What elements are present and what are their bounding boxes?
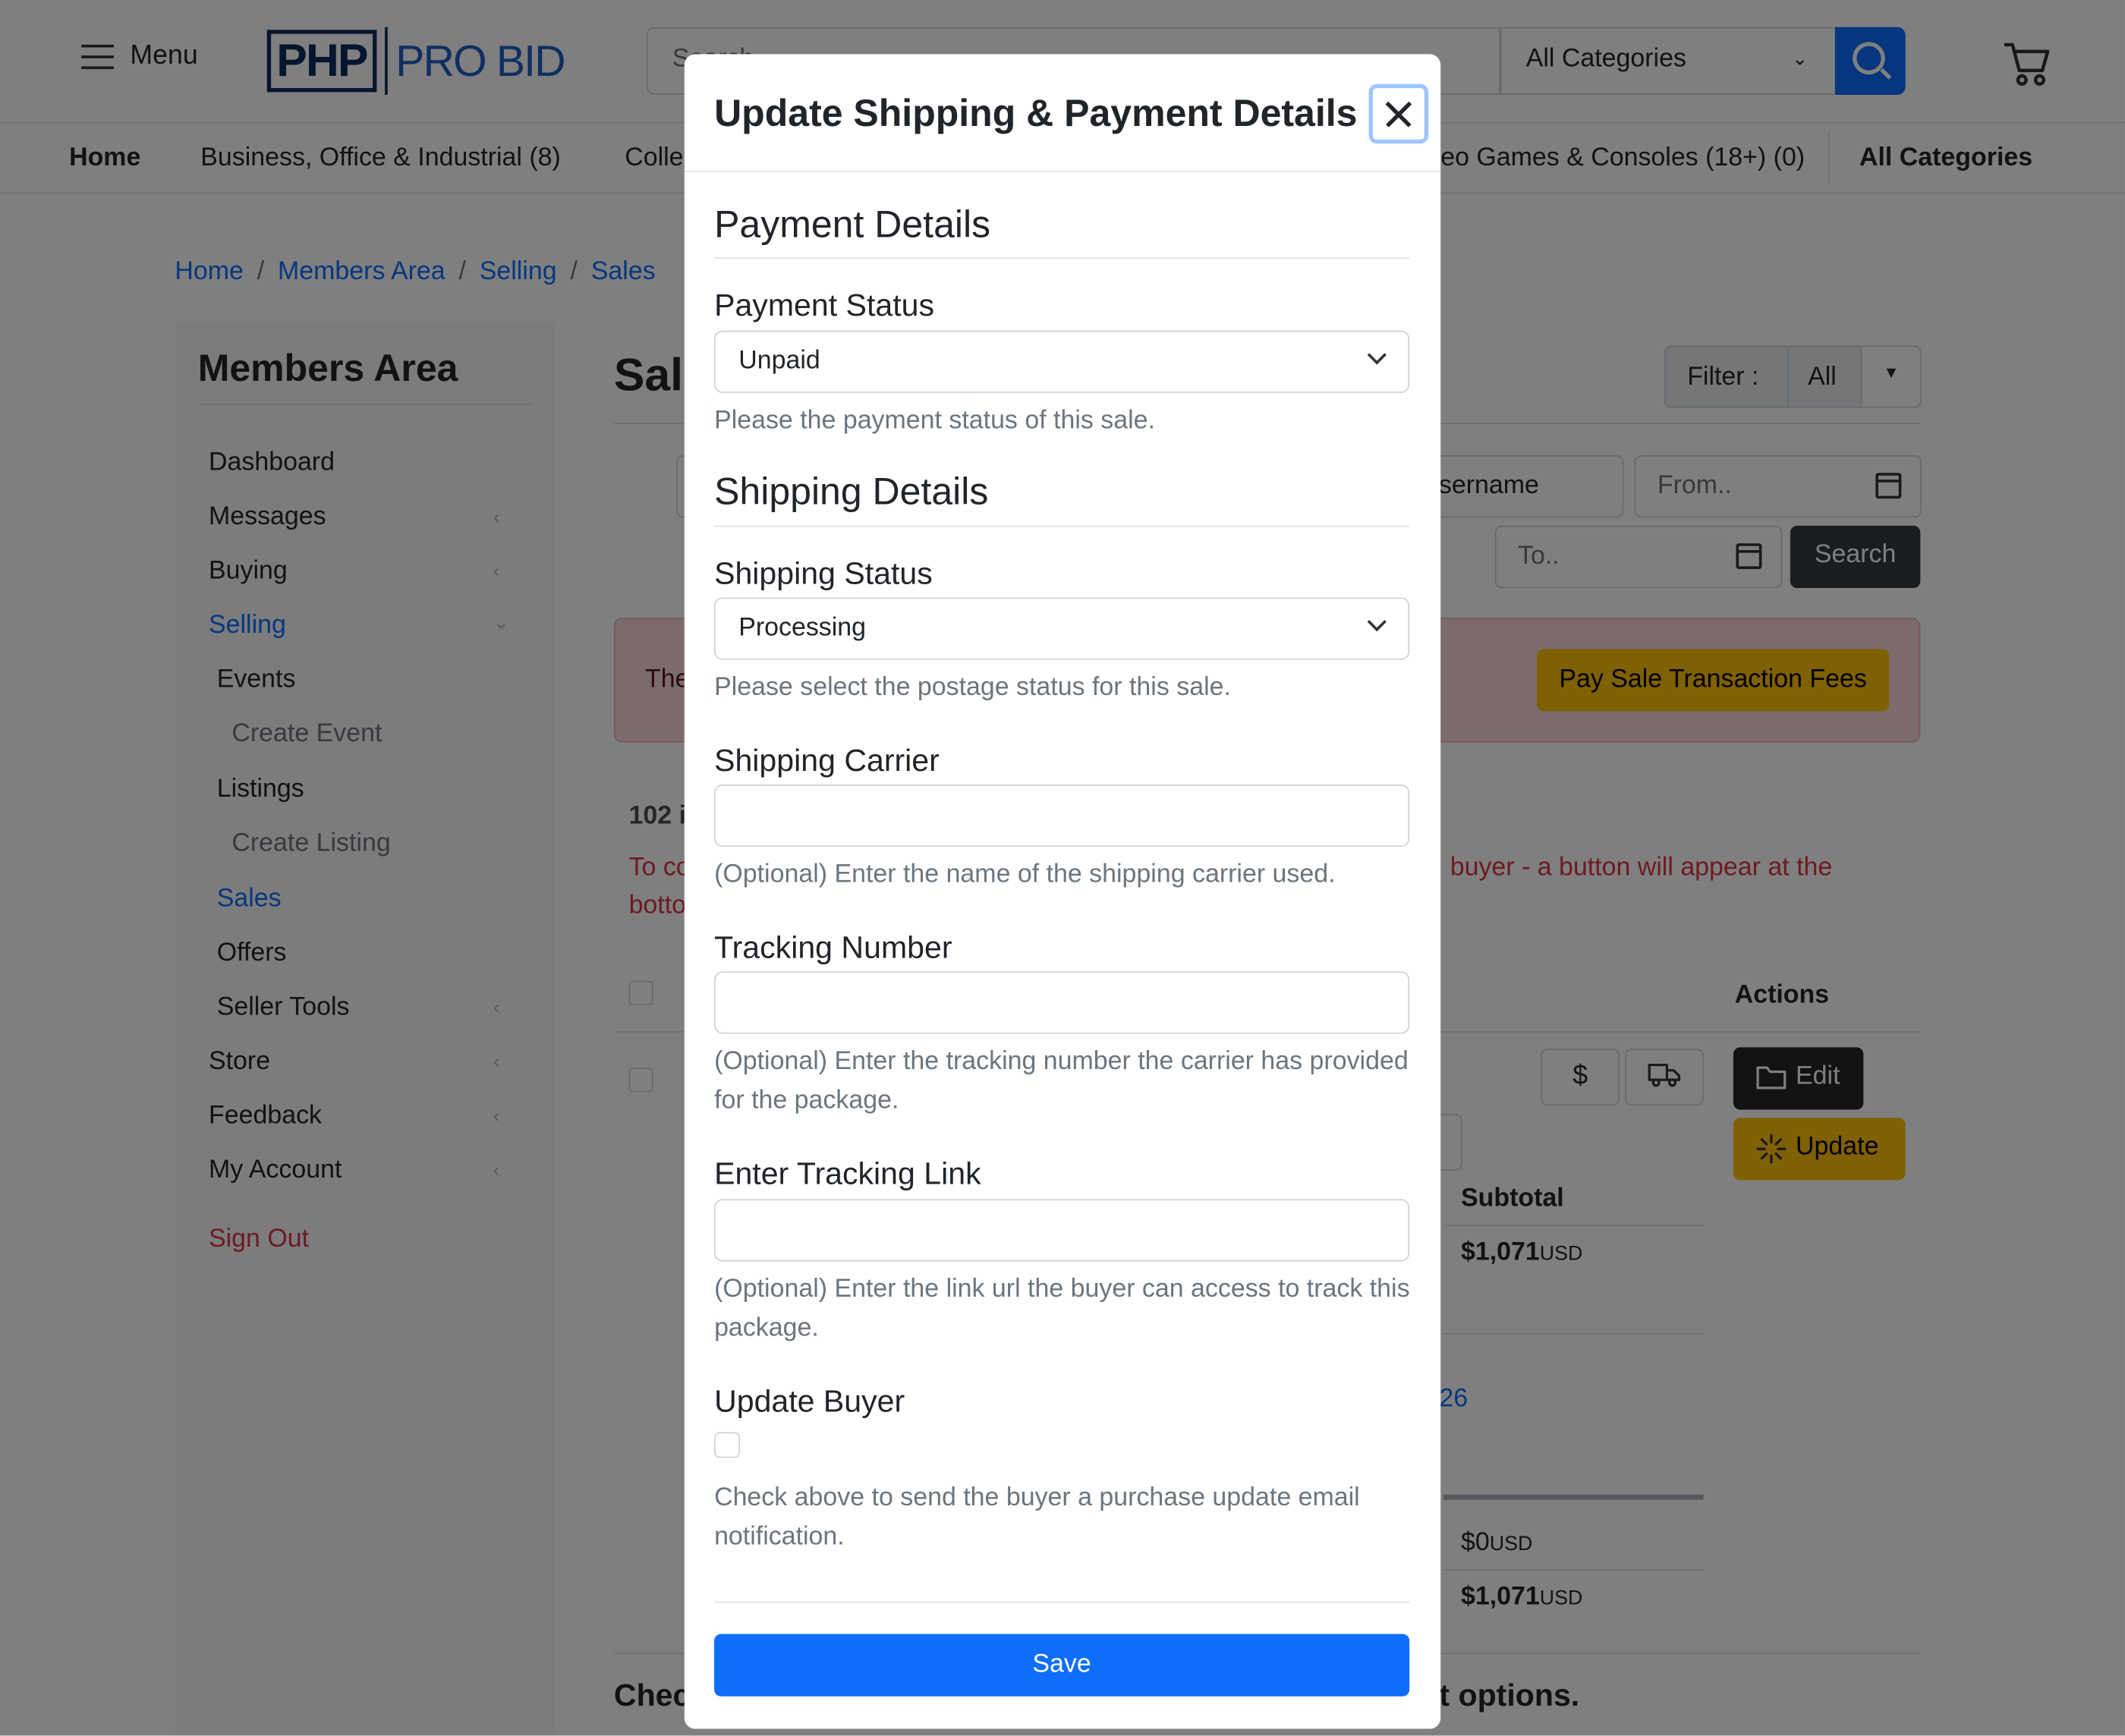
- payment-section-heading: Payment Details: [714, 203, 991, 246]
- payment-section-divider: [714, 257, 1410, 259]
- shipping-section-heading: Shipping Details: [714, 470, 989, 512]
- save-button[interactable]: Save: [714, 1634, 1410, 1697]
- update-buyer-checkbox[interactable]: [714, 1432, 740, 1458]
- shipping-status-help: Please select the postage status for thi…: [714, 673, 1231, 702]
- shipping-status-value: Processing: [738, 613, 867, 643]
- tracking-number-label: Tracking Number: [714, 929, 952, 965]
- close-icon[interactable]: [1368, 83, 1429, 144]
- shipping-payment-modal: Update Shipping & Payment Details Paymen…: [684, 54, 1441, 1729]
- payment-status-label: Payment Status: [714, 287, 934, 322]
- shipping-carrier-help: (Optional) Enter the name of the shippin…: [714, 860, 1336, 889]
- modal-header: Update Shipping & Payment Details: [684, 54, 1441, 172]
- shipping-carrier-label: Shipping Carrier: [714, 742, 940, 778]
- page: Menu PHP PRO BID Search... All Categorie…: [0, 0, 2125, 1736]
- chevron-down-icon: [1367, 612, 1387, 632]
- tracking-number-help: (Optional) Enter the tracking number the…: [714, 1047, 1409, 1115]
- tracking-link-help: (Optional) Enter the link url the buyer …: [714, 1275, 1410, 1343]
- tracking-link-input[interactable]: [714, 1199, 1410, 1262]
- tracking-number-input[interactable]: [714, 971, 1410, 1034]
- update-buyer-label: Update Buyer: [714, 1383, 905, 1419]
- modal-title: Update Shipping & Payment Details: [714, 92, 1358, 134]
- modal-footer-divider: [714, 1601, 1410, 1603]
- shipping-carrier-input[interactable]: [714, 784, 1410, 848]
- update-buyer-help: Check above to send the buyer a purchase…: [714, 1483, 1360, 1552]
- shipping-status-label: Shipping Status: [714, 555, 933, 591]
- chevron-down-icon: [1367, 345, 1387, 365]
- payment-status-select[interactable]: Unpaid: [714, 330, 1410, 393]
- tracking-link-label: Enter Tracking Link: [714, 1156, 981, 1191]
- payment-status-help: Please the payment status of this sale.: [714, 406, 1155, 436]
- shipping-section-divider: [714, 525, 1410, 527]
- payment-status-value: Unpaid: [738, 347, 820, 376]
- shipping-status-select[interactable]: Processing: [714, 597, 1410, 660]
